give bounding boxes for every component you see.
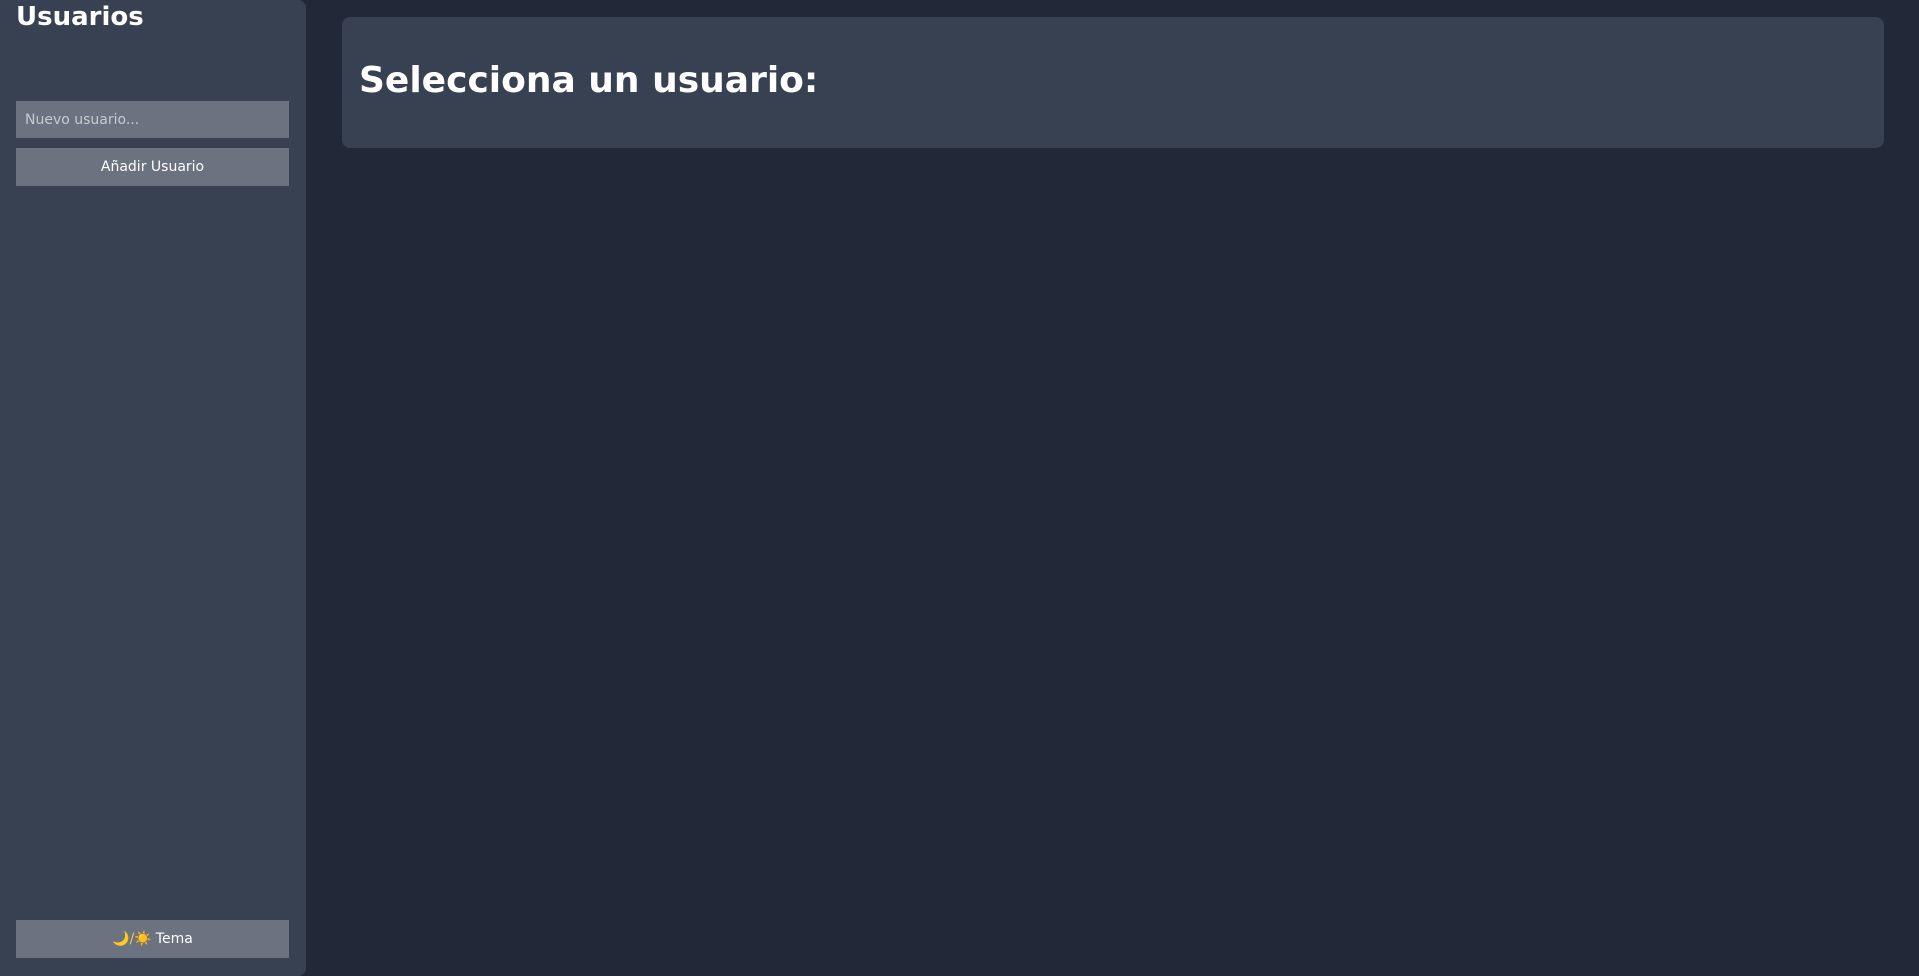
sidebar-title: Usuarios bbox=[16, 2, 144, 32]
theme-toggle-button[interactable]: 🌙/☀️ Tema bbox=[16, 920, 289, 958]
add-user-button[interactable]: Añadir Usuario bbox=[16, 148, 289, 186]
page-title: Selecciona un usuario: bbox=[359, 60, 819, 101]
new-user-input[interactable] bbox=[16, 101, 289, 138]
theme-button-label: Tema bbox=[155, 931, 193, 947]
main-panel: Selecciona un usuario: bbox=[342, 17, 1884, 148]
theme-moon-sun-icon: 🌙/☀️ bbox=[112, 931, 152, 947]
app-root: Usuarios Añadir Usuario 🌙/☀️ Tema Selecc… bbox=[0, 0, 1919, 976]
sidebar: Usuarios Añadir Usuario 🌙/☀️ Tema bbox=[0, 0, 306, 976]
